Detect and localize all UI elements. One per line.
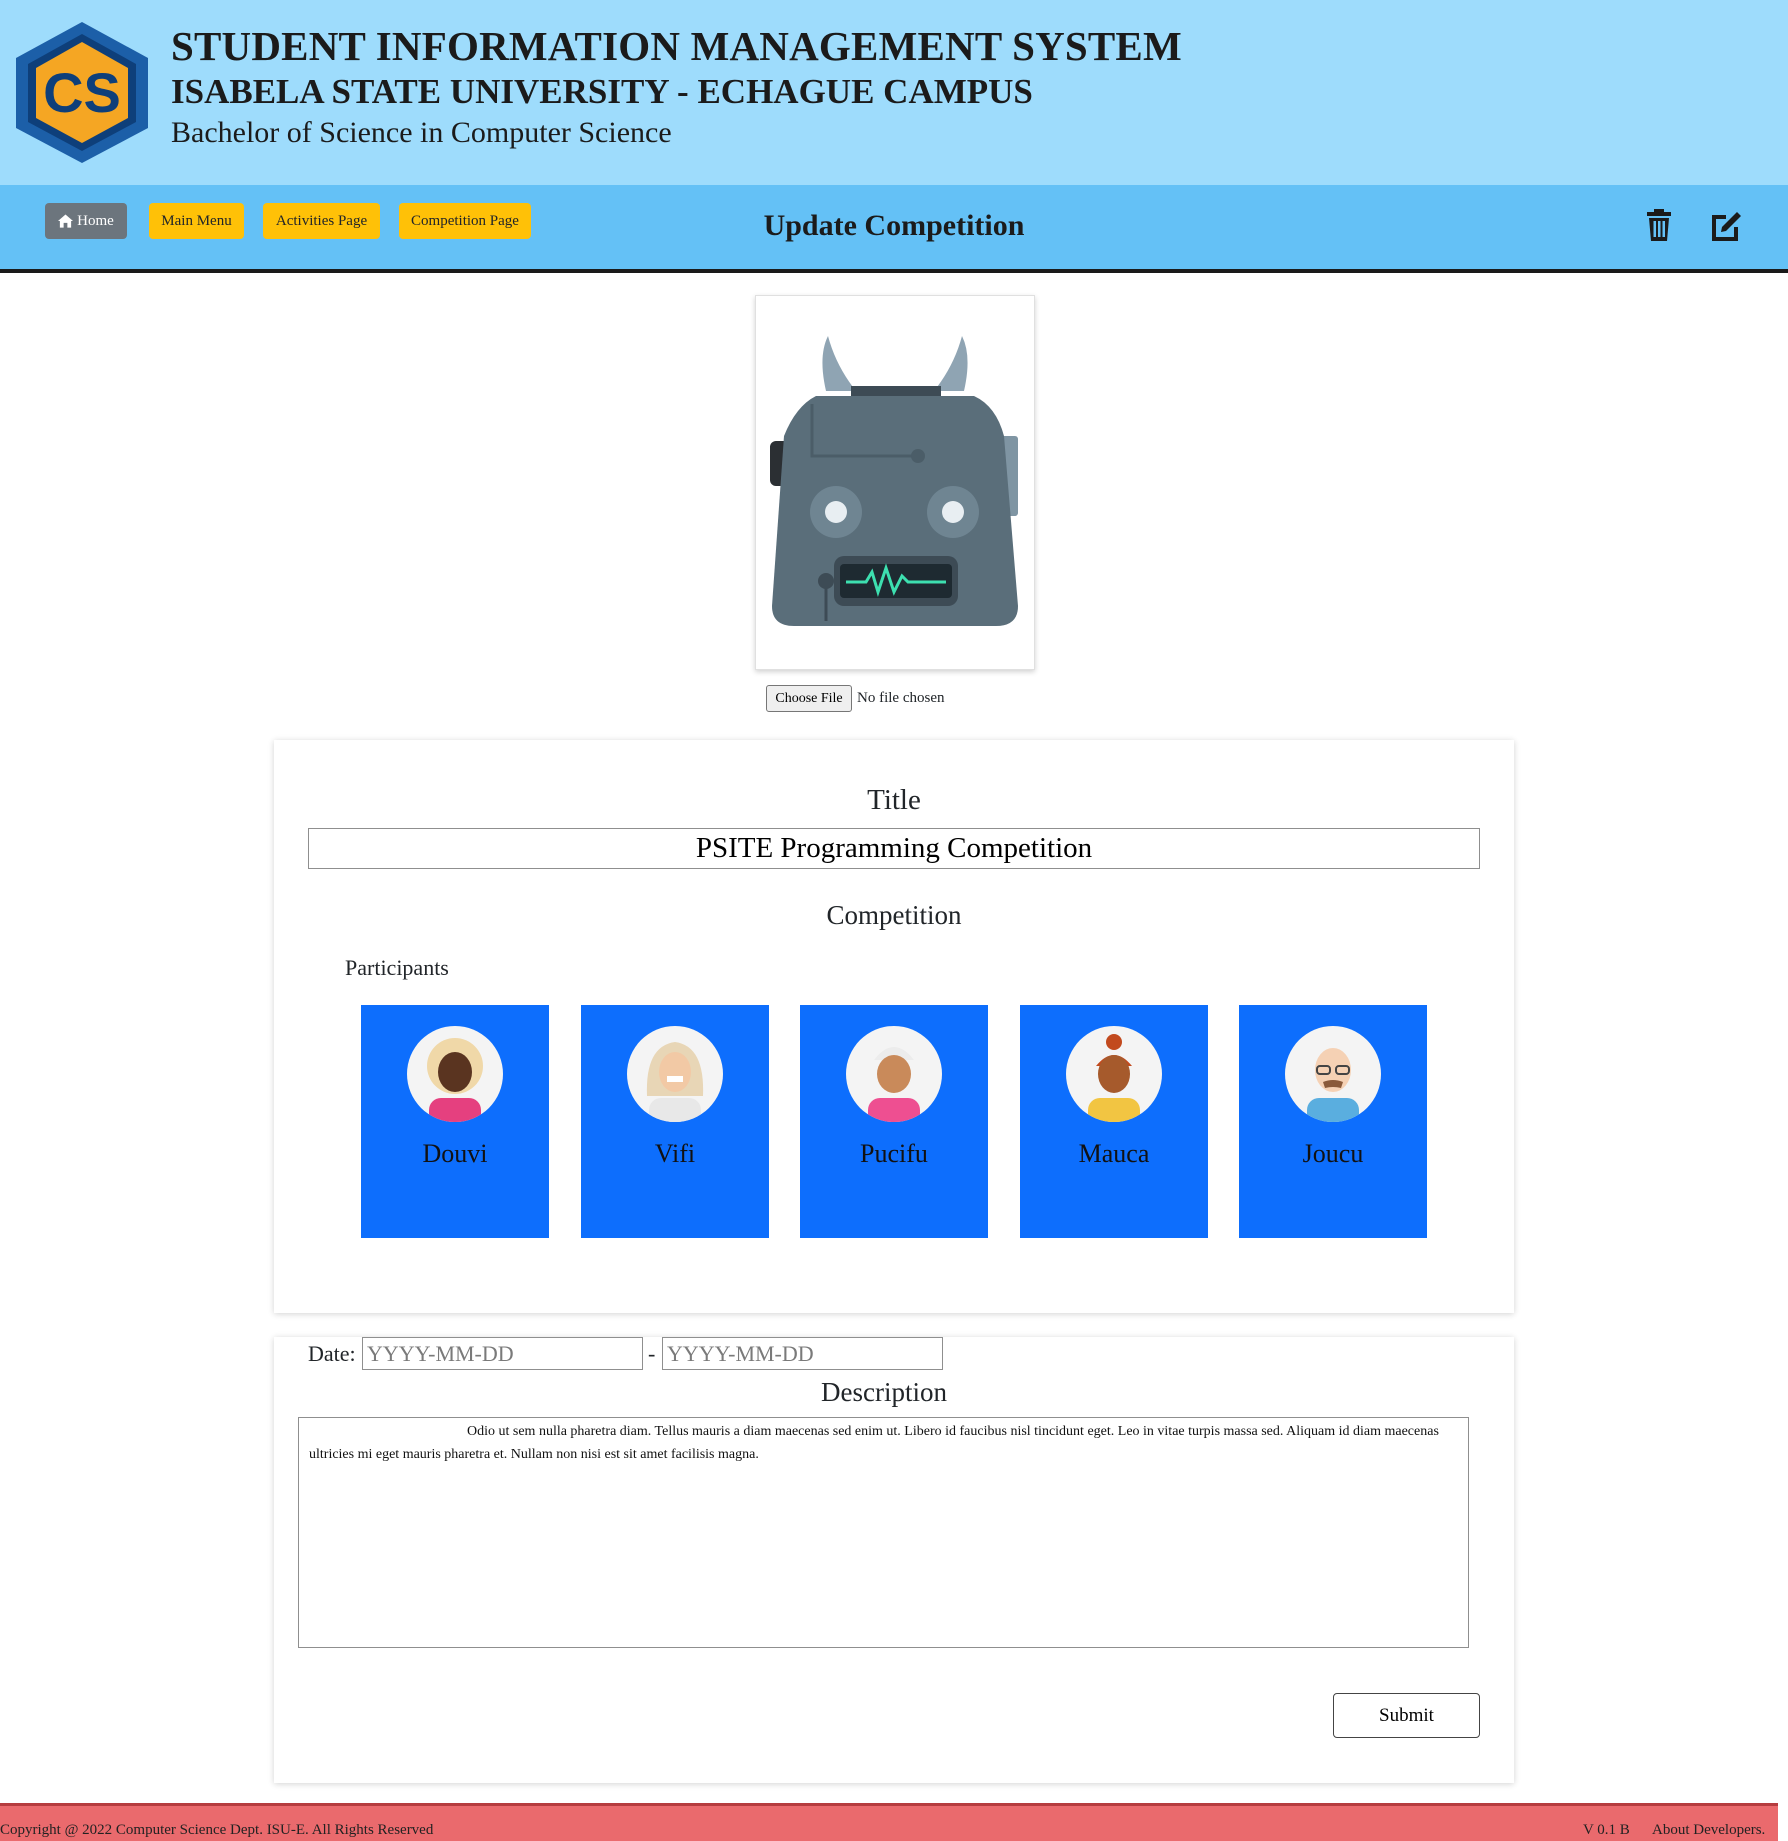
participant-name: Joucu xyxy=(1302,1139,1364,1168)
competition-form-card: Title Competition Participants Douvi Vif… xyxy=(274,740,1514,1313)
end-date-input[interactable] xyxy=(662,1337,943,1370)
date-separator: - xyxy=(648,1341,656,1366)
file-status: No file chosen xyxy=(857,690,945,706)
cs-logo: CS xyxy=(16,22,148,163)
competition-type-label: Competition xyxy=(826,900,962,930)
participants-label: Participants xyxy=(345,955,449,980)
avatar xyxy=(627,1026,723,1122)
participant-name: Douvi xyxy=(422,1139,488,1168)
start-date-input[interactable] xyxy=(362,1337,643,1370)
description-textarea[interactable]: Odio ut sem nulla pharetra diam. Tellus … xyxy=(298,1417,1469,1648)
participant-name: Vifi xyxy=(654,1139,696,1168)
university-name: ISABELA STATE UNIVERSITY - ECHAGUE CAMPU… xyxy=(171,72,1033,111)
avatar xyxy=(407,1026,503,1122)
robot-illustration xyxy=(770,336,1018,626)
participant-name: Pucifu xyxy=(860,1139,928,1168)
avatar xyxy=(846,1026,942,1122)
participant-card[interactable]: Pucifu xyxy=(800,1005,988,1238)
title-label: Title xyxy=(867,784,921,816)
system-title: STUDENT INFORMATION MANAGEMENT SYSTEM xyxy=(171,23,1182,69)
title-input[interactable] xyxy=(308,828,1480,869)
date-label: Date: xyxy=(308,1341,356,1366)
about-developers-link[interactable]: About Developers. xyxy=(1652,1822,1765,1839)
page-title: Update Competition xyxy=(763,209,1025,242)
description-label: Description xyxy=(821,1377,947,1407)
program-name: Bachelor of Science in Computer Science xyxy=(171,116,672,149)
description-form-card: Date: - Description Odio ut sem nulla ph… xyxy=(274,1337,1514,1783)
participant-card[interactable]: Vifi xyxy=(581,1005,769,1238)
svg-text:CS: CS xyxy=(43,61,121,124)
participant-name: Mauca xyxy=(1078,1139,1150,1168)
participant-card[interactable]: Joucu xyxy=(1239,1005,1427,1238)
site-footer: Copyright @ 2022 Computer Science Dept. … xyxy=(0,1803,1778,1841)
choose-file-button[interactable]: Choose File xyxy=(766,685,852,712)
avatar xyxy=(1066,1026,1162,1122)
edit-icon[interactable] xyxy=(1708,207,1744,243)
submit-button[interactable]: Submit xyxy=(1333,1693,1480,1738)
avatar xyxy=(1285,1026,1381,1122)
participant-card[interactable]: Mauca xyxy=(1020,1005,1208,1238)
participant-card[interactable]: Douvi xyxy=(361,1005,549,1238)
site-header: CS STUDENT INFORMATION MANAGEMENT SYSTEM… xyxy=(0,0,1788,185)
trash-icon[interactable] xyxy=(1641,207,1677,243)
version-text: V 0.1 B xyxy=(1583,1822,1630,1838)
file-upload: Choose File No file chosen xyxy=(766,685,944,712)
nav-bar: Home Main Menu Activities Page Competiti… xyxy=(0,185,1788,273)
copyright-text: Copyright @ 2022 Computer Science Dept. … xyxy=(0,1822,434,1838)
competition-image xyxy=(755,295,1035,670)
